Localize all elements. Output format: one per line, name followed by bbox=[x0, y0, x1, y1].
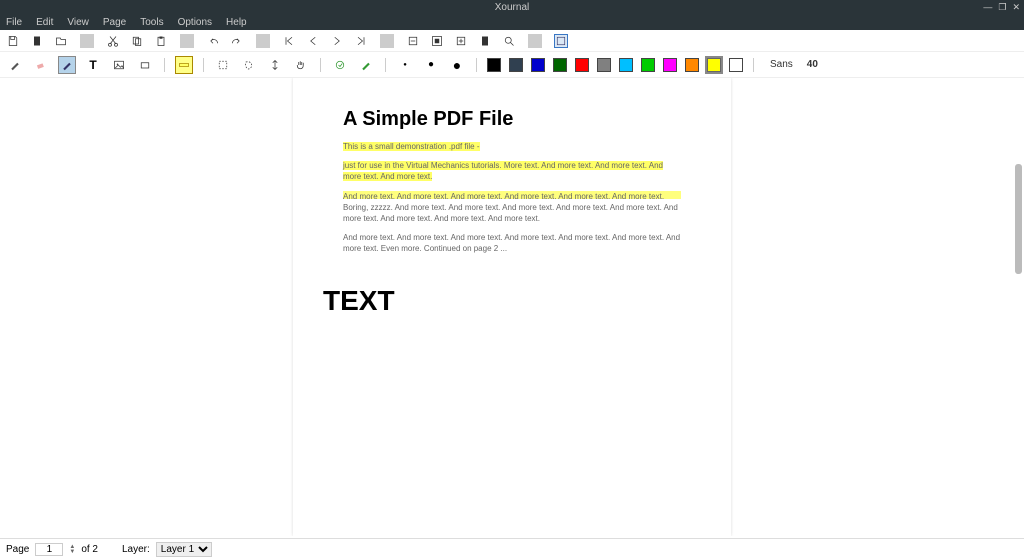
doc-paragraph-2: just for use in the Virtual Mechanics tu… bbox=[343, 160, 681, 182]
font-size-label[interactable]: 40 bbox=[807, 59, 818, 70]
page-total: of 2 bbox=[81, 544, 98, 555]
zoom-page-icon[interactable] bbox=[478, 34, 492, 48]
menu-tools[interactable]: Tools bbox=[140, 17, 163, 28]
pen-tool[interactable] bbox=[6, 56, 24, 74]
tool-toolbar: T ● ● ● Sans 40 bbox=[0, 52, 1024, 78]
separator bbox=[203, 58, 204, 72]
menu-edit[interactable]: Edit bbox=[36, 17, 53, 28]
layer-select[interactable]: Layer 1 bbox=[156, 542, 212, 557]
page-number-input[interactable] bbox=[35, 543, 63, 556]
separator bbox=[380, 34, 394, 48]
eraser-tool[interactable] bbox=[32, 56, 50, 74]
scrollbar-thumb[interactable] bbox=[1015, 164, 1022, 274]
color-darkgreen[interactable] bbox=[553, 58, 567, 72]
zoom-fit-icon[interactable] bbox=[430, 34, 444, 48]
color-gray[interactable] bbox=[597, 58, 611, 72]
next-page-icon[interactable] bbox=[330, 34, 344, 48]
color-black[interactable] bbox=[487, 58, 501, 72]
color-orange[interactable] bbox=[685, 58, 699, 72]
color-red[interactable] bbox=[575, 58, 589, 72]
highlighter-tool[interactable] bbox=[58, 56, 76, 74]
default-pen-icon[interactable] bbox=[357, 56, 375, 74]
separator bbox=[476, 58, 477, 72]
doc-title: A Simple PDF File bbox=[343, 108, 681, 131]
copy-icon[interactable] bbox=[130, 34, 144, 48]
separator bbox=[320, 58, 321, 72]
doc-paragraph-4: And more text. And more text. And more t… bbox=[343, 232, 681, 254]
paste-icon[interactable] bbox=[154, 34, 168, 48]
color-lightblue[interactable] bbox=[619, 58, 633, 72]
fine-thickness[interactable]: ● bbox=[396, 56, 414, 74]
redo-icon[interactable] bbox=[230, 34, 244, 48]
color-yellow[interactable] bbox=[707, 58, 721, 72]
save-icon[interactable] bbox=[6, 34, 20, 48]
default-tool-icon[interactable] bbox=[331, 56, 349, 74]
menubar: File Edit View Page Tools Options Help bbox=[0, 14, 1024, 30]
minimize-icon[interactable]: — bbox=[983, 2, 992, 13]
app-title: Xournal bbox=[495, 2, 529, 13]
color-darkgray[interactable] bbox=[509, 58, 523, 72]
zoom-out-icon[interactable] bbox=[406, 34, 420, 48]
select-region-tool[interactable] bbox=[240, 56, 258, 74]
separator bbox=[385, 58, 386, 72]
statusbar: Page ▲▼ of 2 Layer: Layer 1 bbox=[0, 538, 1024, 560]
fullscreen-icon[interactable] bbox=[554, 34, 568, 48]
vertical-space-tool[interactable] bbox=[266, 56, 284, 74]
shapes-tool[interactable] bbox=[136, 56, 154, 74]
separator bbox=[528, 34, 542, 48]
menu-view[interactable]: View bbox=[67, 17, 89, 28]
document-page[interactable]: A Simple PDF File This is a small demons… bbox=[293, 78, 731, 536]
magnify-icon[interactable] bbox=[502, 34, 516, 48]
last-page-icon[interactable] bbox=[354, 34, 368, 48]
separator bbox=[753, 58, 754, 72]
ruler-tool[interactable] bbox=[175, 56, 193, 74]
page-label: Page bbox=[6, 544, 29, 555]
zoom-in-icon[interactable] bbox=[454, 34, 468, 48]
doc-paragraph-1: This is a small demonstration .pdf file … bbox=[343, 141, 681, 152]
color-green[interactable] bbox=[641, 58, 655, 72]
medium-thickness[interactable]: ● bbox=[422, 56, 440, 74]
font-family-label[interactable]: Sans bbox=[770, 59, 793, 70]
open-icon[interactable] bbox=[54, 34, 68, 48]
separator bbox=[180, 34, 194, 48]
maximize-icon[interactable]: ❐ bbox=[998, 2, 1006, 13]
close-icon[interactable]: ✕ bbox=[1012, 2, 1020, 13]
cut-icon[interactable] bbox=[106, 34, 120, 48]
menu-file[interactable]: File bbox=[6, 17, 22, 28]
layer-label: Layer: bbox=[122, 544, 150, 555]
doc-paragraph-3: And more text. And more text. And more t… bbox=[343, 191, 681, 225]
undo-icon[interactable] bbox=[206, 34, 220, 48]
text-tool[interactable]: T bbox=[84, 56, 102, 74]
thick-thickness[interactable]: ● bbox=[448, 56, 466, 74]
new-icon[interactable] bbox=[30, 34, 44, 48]
hand-tool[interactable] bbox=[292, 56, 310, 74]
first-page-icon[interactable] bbox=[282, 34, 296, 48]
color-magenta[interactable] bbox=[663, 58, 677, 72]
separator bbox=[164, 58, 165, 72]
image-tool[interactable] bbox=[110, 56, 128, 74]
menu-help[interactable]: Help bbox=[226, 17, 247, 28]
canvas-area[interactable]: A Simple PDF File This is a small demons… bbox=[0, 78, 1024, 536]
page-spinner[interactable]: ▲▼ bbox=[69, 545, 75, 555]
separator bbox=[256, 34, 270, 48]
select-rect-tool[interactable] bbox=[214, 56, 232, 74]
color-white[interactable] bbox=[729, 58, 743, 72]
text-annotation[interactable]: TEXT bbox=[323, 285, 681, 317]
titlebar: Xournal — ❐ ✕ bbox=[0, 0, 1024, 14]
color-blue[interactable] bbox=[531, 58, 545, 72]
file-toolbar bbox=[0, 30, 1024, 52]
menu-options[interactable]: Options bbox=[178, 17, 212, 28]
separator bbox=[80, 34, 94, 48]
menu-page[interactable]: Page bbox=[103, 17, 126, 28]
prev-page-icon[interactable] bbox=[306, 34, 320, 48]
